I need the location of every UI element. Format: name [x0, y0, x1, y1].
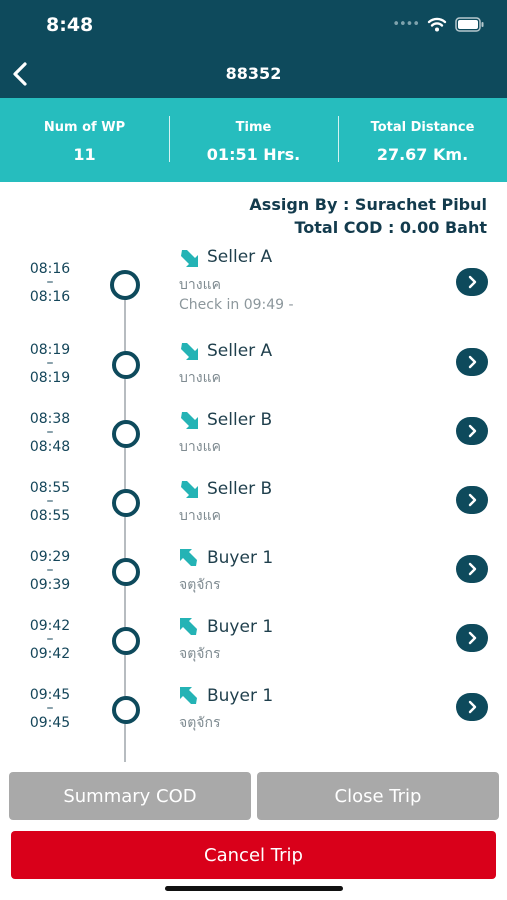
stat-time: Time 01:51 Hrs.: [169, 98, 338, 182]
timeline-node: [112, 696, 140, 724]
status-time: 8:48: [46, 14, 94, 36]
waypoint-item[interactable]: 08:55 – 08:55 Seller B บางแค: [0, 471, 507, 531]
end-time: 08:19: [29, 370, 71, 386]
app-header: 8:48 •••• 88352: [0, 0, 507, 98]
end-time: 09:45: [29, 715, 71, 731]
trip-id-title: 88352: [225, 64, 282, 83]
arrow-down-right-icon: [181, 343, 198, 360]
waypoint-detail-button[interactable]: [456, 268, 488, 296]
waypoint-area: จตุจักร: [179, 577, 221, 593]
wifi-icon: [427, 17, 447, 32]
chevron-right-icon: [468, 631, 477, 645]
summary-cod-button[interactable]: Summary COD: [9, 772, 251, 820]
total-cod-text: Total COD : 0.00 Baht: [294, 218, 487, 237]
waypoint-item[interactable]: 08:38 – 08:48 Seller B บางแค: [0, 402, 507, 462]
waypoint-area: บางแค: [179, 277, 221, 293]
stat-label: Time: [235, 120, 272, 135]
waypoint-name: Seller A: [207, 247, 273, 267]
end-time: 08:48: [29, 439, 71, 455]
waypoint-name: Seller A: [207, 341, 273, 361]
chevron-right-icon: [468, 275, 477, 289]
arrow-up-left-icon: [180, 549, 197, 566]
assign-info: Assign By : Surachet Pibul Total COD : 0…: [249, 193, 487, 239]
time-range: 09:42 – 09:42: [26, 619, 74, 661]
home-indicator: [165, 886, 343, 891]
chevron-right-icon: [468, 562, 477, 576]
waypoint-name: Buyer 1: [207, 617, 274, 637]
time-separator: –: [46, 274, 54, 290]
stat-value: 01:51 Hrs.: [206, 145, 301, 164]
waypoint-name: Buyer 1: [207, 548, 274, 568]
waypoint-item[interactable]: 08:16 – 08:16 Seller A บางแค Check in 09…: [0, 240, 507, 313]
waypoint-detail-button[interactable]: [456, 555, 488, 583]
time-separator: –: [46, 631, 54, 647]
waypoint-area: บางแค: [179, 370, 221, 386]
checkin-text: Check in 09:49 -: [179, 297, 294, 313]
time-range: 09:45 – 09:45: [26, 688, 74, 730]
arrow-down-right-icon: [181, 481, 198, 498]
signal-icon: ••••: [392, 16, 420, 32]
waypoint-item[interactable]: 09:45 – 09:45 Buyer 1 จตุจักร: [0, 678, 507, 738]
waypoint-area: บางแค: [179, 439, 221, 455]
stat-value: 11: [73, 145, 96, 164]
arrow-down-right-icon: [181, 250, 198, 267]
timeline-node: [112, 558, 140, 586]
time-separator: –: [46, 700, 54, 716]
timeline-node: [112, 420, 140, 448]
timeline-node: [112, 489, 140, 517]
waypoint-item[interactable]: 08:19 – 08:19 Seller A บางแค: [0, 333, 507, 393]
stat-label: Num of WP: [43, 120, 126, 135]
arrow-up-left-icon: [180, 687, 197, 704]
assign-by-text: Assign By : Surachet Pibul: [249, 195, 487, 214]
timeline-node: [112, 351, 140, 379]
end-time: 08:16: [29, 289, 71, 305]
waypoint-detail-button[interactable]: [456, 486, 488, 514]
stat-num-of-wp: Num of WP 11: [0, 98, 169, 182]
time-separator: –: [46, 424, 54, 440]
chevron-right-icon: [468, 424, 477, 438]
time-separator: –: [46, 355, 54, 371]
waypoint-name: Seller B: [207, 479, 273, 499]
waypoint-name: Seller B: [207, 410, 273, 430]
waypoint-area: จตุจักร: [179, 646, 221, 662]
waypoint-detail-button[interactable]: [456, 693, 488, 721]
time-separator: –: [46, 493, 54, 509]
time-range: 08:16 – 08:16: [26, 262, 74, 304]
end-time: 09:42: [29, 646, 71, 662]
waypoint-area: จตุจักร: [179, 715, 221, 731]
waypoint-detail-button[interactable]: [456, 417, 488, 445]
waypoint-area: บางแค: [179, 508, 221, 524]
trip-stats-bar: Num of WP 11 Time 01:51 Hrs. Total Dista…: [0, 98, 507, 182]
stat-total-distance: Total Distance 27.67 Km.: [338, 98, 507, 182]
time-separator: –: [46, 562, 54, 578]
waypoint-item[interactable]: 09:42 – 09:42 Buyer 1 จตุจักร: [0, 609, 507, 669]
timeline-node: [112, 627, 140, 655]
end-time: 09:39: [29, 577, 71, 593]
action-bar: Summary COD Close Trip Cancel Trip: [0, 762, 507, 900]
waypoint-list[interactable]: 08:16 – 08:16 Seller A บางแค Check in 09…: [0, 240, 507, 762]
chevron-right-icon: [468, 493, 477, 507]
stat-value: 27.67 Km.: [376, 145, 469, 164]
battery-icon: [455, 16, 484, 32]
timeline-node: [110, 270, 140, 300]
chevron-right-icon: [468, 700, 477, 714]
waypoint-detail-button[interactable]: [456, 624, 488, 652]
status-icons: ••••: [392, 16, 485, 32]
stat-label: Total Distance: [370, 120, 475, 135]
end-time: 08:55: [29, 508, 71, 524]
close-trip-button[interactable]: Close Trip: [257, 772, 499, 820]
arrow-up-left-icon: [180, 618, 197, 635]
cancel-trip-button[interactable]: Cancel Trip: [11, 831, 496, 879]
arrow-down-right-icon: [181, 412, 198, 429]
waypoint-name: Buyer 1: [207, 686, 274, 706]
waypoint-item[interactable]: 09:29 – 09:39 Buyer 1 จตุจักร: [0, 540, 507, 600]
chevron-right-icon: [468, 355, 477, 369]
time-range: 08:19 – 08:19: [26, 343, 74, 385]
time-range: 08:38 – 08:48: [26, 412, 74, 454]
time-range: 08:55 – 08:55: [26, 481, 74, 523]
time-range: 09:29 – 09:39: [26, 550, 74, 592]
waypoint-detail-button[interactable]: [456, 348, 488, 376]
